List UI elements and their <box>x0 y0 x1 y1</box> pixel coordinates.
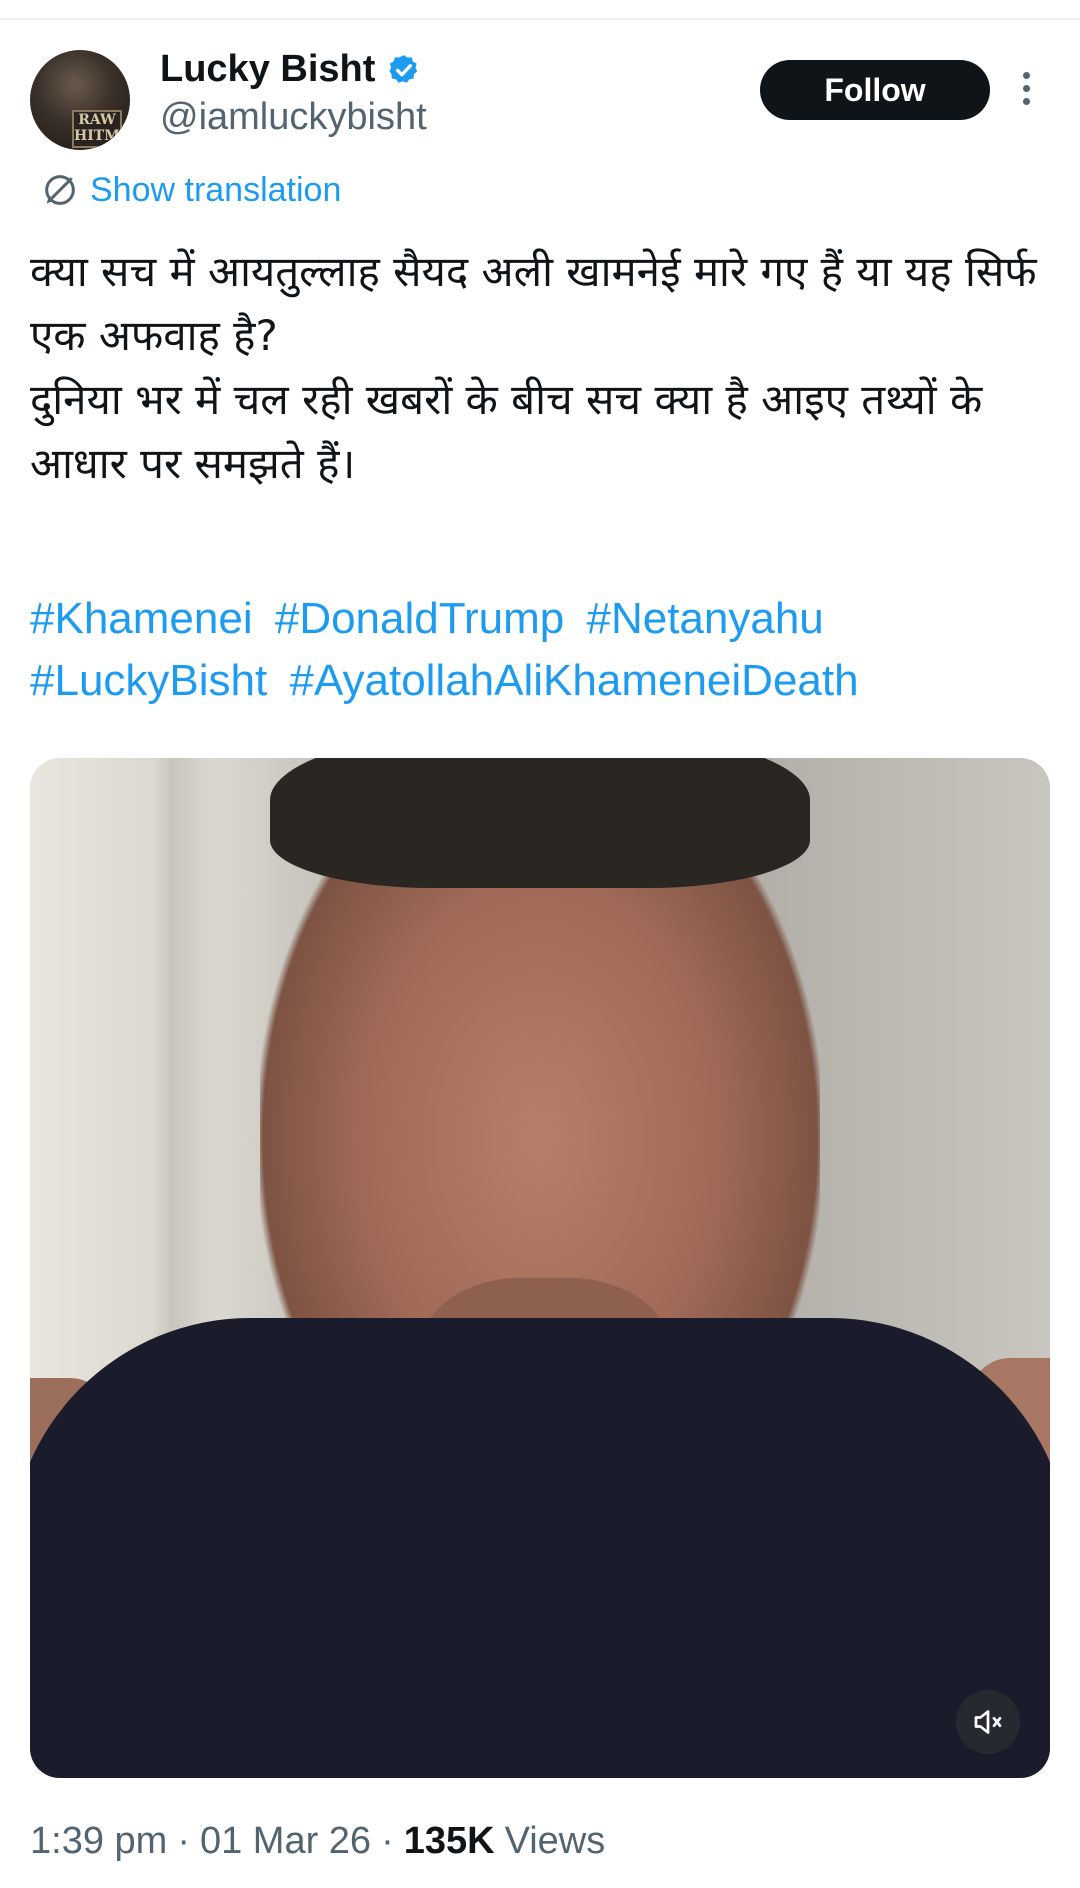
views-label: Views <box>504 1820 606 1862</box>
hashtag-link[interactable]: #LuckyBisht <box>30 656 267 705</box>
muted-speaker-icon <box>974 1710 1002 1734</box>
hashtag-link[interactable]: #AyatollahAliKhameneiDeath <box>289 656 858 705</box>
avatar-badge: RAWHITMAN <box>72 110 130 148</box>
tweet-meta: 1:39 pm · 01 Mar 26 · 135K Views <box>30 1820 605 1863</box>
tweet-date[interactable]: 01 Mar 26 <box>200 1820 371 1863</box>
meta-separator: · <box>177 1820 190 1862</box>
mute-button[interactable] <box>956 1690 1020 1754</box>
follow-button[interactable]: Follow <box>760 60 990 120</box>
tweet-line-1: क्या सच में आयतुल्लाह सैयद अली खामनेई मा… <box>30 247 1037 360</box>
hashtag-link[interactable]: #Khamenei <box>30 594 253 643</box>
tweet-time[interactable]: 1:39 pm <box>30 1820 167 1863</box>
more-vertical-icon[interactable] <box>1018 72 1034 108</box>
video-frame-hair <box>270 758 810 888</box>
video-frame-shirt <box>30 1318 1050 1778</box>
video-player[interactable] <box>30 758 1050 1778</box>
author-name-row: Lucky Bisht <box>160 48 421 91</box>
tweet-line-2: दुनिया भर में चल रही खबरों के बीच सच क्य… <box>30 375 983 488</box>
verified-badge-icon <box>389 54 418 83</box>
hashtag-link[interactable]: #DonaldTrump <box>275 594 564 643</box>
show-translation-label: Show translation <box>90 170 342 209</box>
translate-icon <box>45 175 75 205</box>
hashtag-link[interactable]: #Netanyahu <box>586 594 823 643</box>
views-count: 135K <box>403 1820 495 1862</box>
show-translation-link[interactable]: Show translation <box>40 170 341 210</box>
author-name[interactable]: Lucky Bisht <box>160 48 375 91</box>
top-divider <box>0 18 1080 20</box>
avatar[interactable]: RAWHITMAN <box>30 50 130 150</box>
meta-separator: · <box>381 1820 394 1862</box>
author-handle[interactable]: @iamluckybisht <box>160 96 427 139</box>
hashtags: #Khamenei #DonaldTrump #Netanyahu #Lucky… <box>30 588 1050 712</box>
tweet-text: क्या सच में आयतुल्लाह सैयद अली खामनेई मा… <box>30 240 1050 496</box>
